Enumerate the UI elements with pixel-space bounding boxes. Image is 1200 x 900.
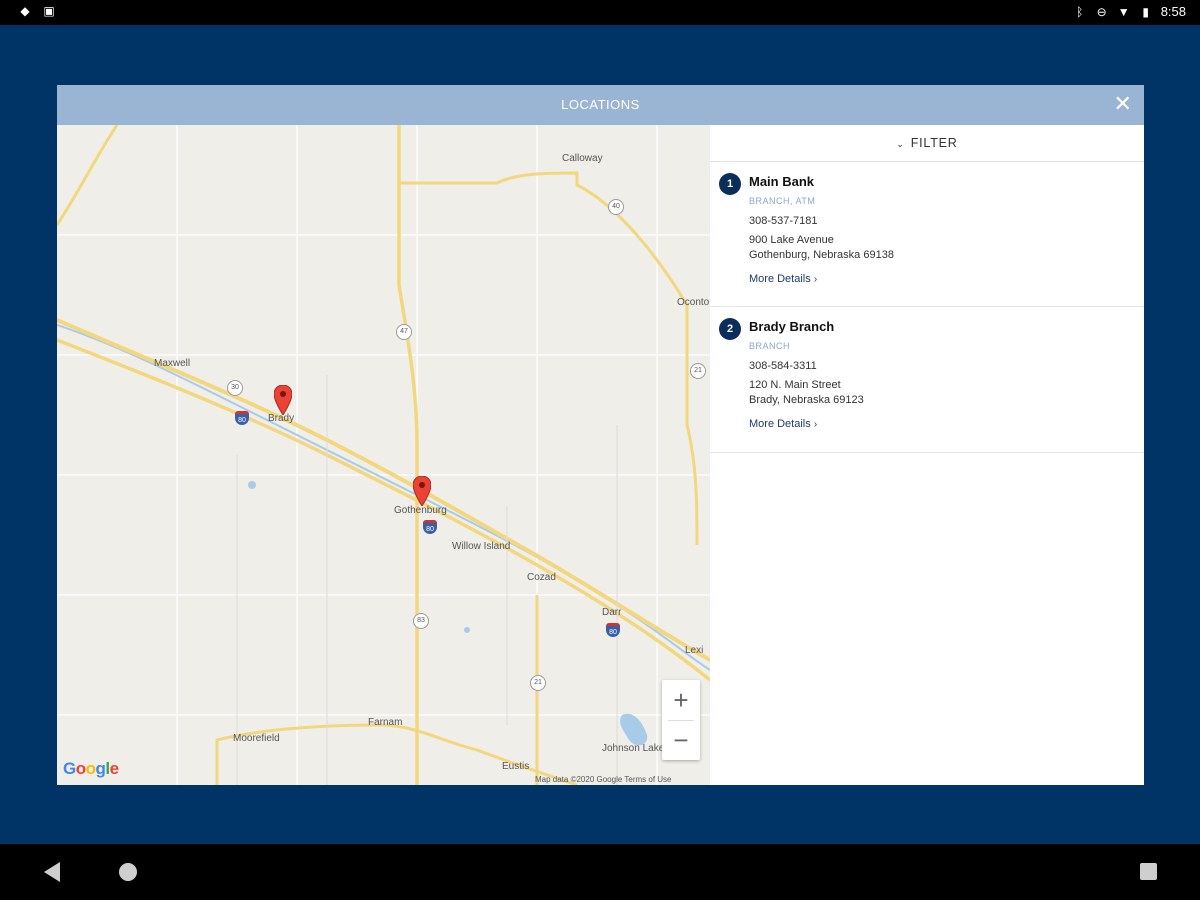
home-icon[interactable] [119,863,137,881]
map-town-label: Cozad [527,572,556,583]
location-name: Main Bank [749,174,815,189]
location-type: BRANCH [749,341,791,351]
filter-toggle[interactable]: ⌄ FILTER [710,125,1144,162]
more-details-link[interactable]: More Details › [749,418,817,430]
map-town-label: Calloway [562,153,603,164]
map-town-label: Oconto [677,297,710,308]
route-shield: 21 [690,363,706,379]
map-roads [57,125,710,785]
locations-modal: LOCATIONS ✕ Calloway Maxwell Brady Gothe… [57,85,1144,785]
locations-panel: ⌄ FILTER 1 Main Bank BRANCH, ATM 308-537-… [710,125,1144,785]
back-icon[interactable] [44,862,60,882]
recents-icon[interactable] [1140,863,1157,880]
zoom-control: + − [662,680,700,760]
location-name: Brady Branch [749,319,835,334]
interstate-shield: 80 [423,520,437,534]
modal-title: LOCATIONS [561,97,640,112]
interstate-shield: 80 [235,411,249,425]
map-town-label: Maxwell [154,358,191,369]
chevron-right-icon: › [813,419,818,430]
map-marker-brady[interactable] [274,385,292,415]
map-marker-gothenburg[interactable] [413,476,431,506]
modal-header: LOCATIONS ✕ [57,85,1144,125]
location-item[interactable]: 1 Main Bank BRANCH, ATM 308-537-7181 900… [710,162,1144,307]
location-street: 120 N. Main Street [749,379,841,391]
chevron-right-icon: › [813,274,818,285]
map-town-label: Eustis [502,761,530,772]
location-city: Gothenburg, Nebraska 69138 [749,249,894,261]
route-shield: 21 [530,675,546,691]
location-type: BRANCH, ATM [749,196,816,206]
map-attribution[interactable]: Map data ©2020 Google Terms of Use [535,775,672,784]
route-shield: 83 [413,613,429,629]
chevron-down-icon: ⌄ [896,139,905,149]
route-shield: 30 [227,380,243,396]
zoom-out-button[interactable]: − [662,720,700,760]
map-town-label: Farnam [368,717,403,728]
location-number-badge: 1 [719,173,741,195]
location-phone[interactable]: 308-537-7181 [749,215,818,227]
dropbox-icon: ◆ [20,4,30,18]
map-view[interactable]: Calloway Maxwell Brady Gothenburg Willow… [57,125,710,785]
map-town-label: Darr [602,607,622,618]
interstate-shield: 80 [606,623,620,637]
battery-icon: ▮ [1142,4,1149,19]
map-town-label: Lexi [685,645,704,656]
location-street: 900 Lake Avenue [749,234,834,246]
filter-label: FILTER [910,136,958,150]
google-logo: Google [63,759,119,778]
map-town-label: Gothenburg [394,505,447,516]
image-icon: ▣ [43,4,55,18]
wifi-icon: ▼ [1117,4,1130,19]
more-details-link[interactable]: More Details › [749,273,817,285]
location-city: Brady, Nebraska 69123 [749,394,864,406]
close-icon[interactable]: ✕ [1112,93,1134,115]
bluetooth-icon: ᛒ [1076,4,1084,19]
clock: 8:58 [1160,4,1186,19]
location-number-badge: 2 [719,318,741,340]
location-item[interactable]: 2 Brady Branch BRANCH 308-584-3311 120 N… [710,307,1144,453]
map-town-label: Johnson Lake [602,743,665,754]
map-town-label: Moorefield [233,733,280,744]
dnd-icon: ⊖ [1096,4,1107,19]
map-town-label: Willow Island [452,541,511,552]
navigation-bar [0,844,1200,900]
route-shield: 40 [608,199,624,215]
zoom-in-button[interactable]: + [662,680,700,720]
route-shield: 47 [396,324,412,340]
location-phone[interactable]: 308-584-3311 [749,360,817,372]
status-bar: ◆ ▣ ᛒ ⊖ ▼ ▮ 8:58 [0,0,1200,25]
